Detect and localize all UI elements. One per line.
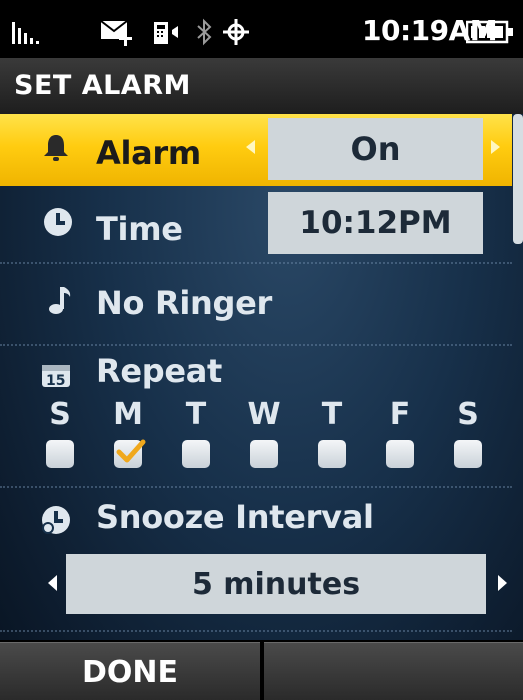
day-checkbox[interactable] <box>318 440 346 468</box>
day-saturday[interactable]: S <box>448 398 488 468</box>
time-row[interactable]: Time 10:12PM <box>0 186 512 264</box>
set-alarm-screen: 10:19AM SET ALARM Alarm On Time 10:12PM … <box>0 0 523 700</box>
softkey-bar: DONE <box>0 640 523 700</box>
bluetooth-icon <box>197 18 212 46</box>
gps-icon <box>223 19 249 45</box>
time-value[interactable]: 10:12PM <box>268 192 483 254</box>
title-bar: SET ALARM <box>0 58 523 114</box>
snooze-next-arrow[interactable] <box>498 575 507 591</box>
done-button[interactable]: DONE <box>0 642 260 700</box>
day-checkbox[interactable] <box>46 440 74 468</box>
alarm-value-text: On <box>350 130 401 168</box>
calendar-icon: 15 <box>42 365 70 389</box>
day-sunday[interactable]: S <box>40 398 80 468</box>
alarm-next-arrow[interactable] <box>491 140 500 154</box>
day-letter: W <box>247 397 281 432</box>
right-softkey[interactable] <box>264 642 523 700</box>
snooze-value-text: 5 minutes <box>191 566 361 602</box>
svg-text:15: 15 <box>46 373 65 389</box>
page-title: SET ALARM <box>14 70 191 101</box>
day-letter: F <box>389 397 411 432</box>
repeat-label: Repeat <box>96 352 223 390</box>
day-checkbox[interactable] <box>386 440 414 468</box>
day-checkbox[interactable] <box>114 439 146 468</box>
day-checkbox[interactable] <box>454 440 482 468</box>
vibrate-icon <box>154 22 178 44</box>
ringer-row[interactable]: No Ringer <box>0 264 512 346</box>
time-value-text: 10:12PM <box>299 205 452 241</box>
alarm-value[interactable]: On <box>268 118 483 180</box>
day-letter: T <box>321 397 343 432</box>
alarm-label: Alarm <box>96 134 201 172</box>
status-bar: 10:19AM <box>0 0 523 58</box>
music-note-icon <box>49 287 71 314</box>
day-checkbox[interactable] <box>182 440 210 468</box>
day-letter: S <box>49 397 71 432</box>
snooze-row: Snooze Interval 5 minutes <box>0 488 512 632</box>
alarm-row[interactable]: Alarm On <box>0 114 512 186</box>
snooze-label: Snooze Interval <box>96 498 374 536</box>
time-label: Time <box>96 210 183 248</box>
day-letter: S <box>457 397 479 432</box>
clock-icon <box>44 208 72 236</box>
day-wednesday[interactable]: W <box>244 398 284 468</box>
day-friday[interactable]: F <box>380 398 420 468</box>
repeat-row: 15 Repeat S M T W T F S <box>0 346 512 488</box>
day-letter: T <box>185 397 207 432</box>
message-icon <box>100 20 132 46</box>
snooze-value[interactable]: 5 minutes <box>66 554 486 614</box>
done-button-label: DONE <box>81 655 178 690</box>
battery-icon <box>466 20 513 44</box>
checkmark-icon <box>116 439 146 463</box>
day-monday[interactable]: M <box>108 398 148 468</box>
signal-icon <box>12 22 39 44</box>
snooze-clock-icon <box>42 506 70 534</box>
alarm-prev-arrow[interactable] <box>246 140 255 154</box>
day-checkbox[interactable] <box>250 440 278 468</box>
snooze-prev-arrow[interactable] <box>48 575 57 591</box>
day-letter: M <box>113 397 143 432</box>
weekday-selector: S M T W T F S <box>40 398 510 478</box>
bell-icon <box>44 135 68 161</box>
day-tuesday[interactable]: T <box>176 398 216 468</box>
scrollbar[interactable] <box>513 114 523 244</box>
day-thursday[interactable]: T <box>312 398 352 468</box>
ringer-label: No Ringer <box>96 284 272 322</box>
